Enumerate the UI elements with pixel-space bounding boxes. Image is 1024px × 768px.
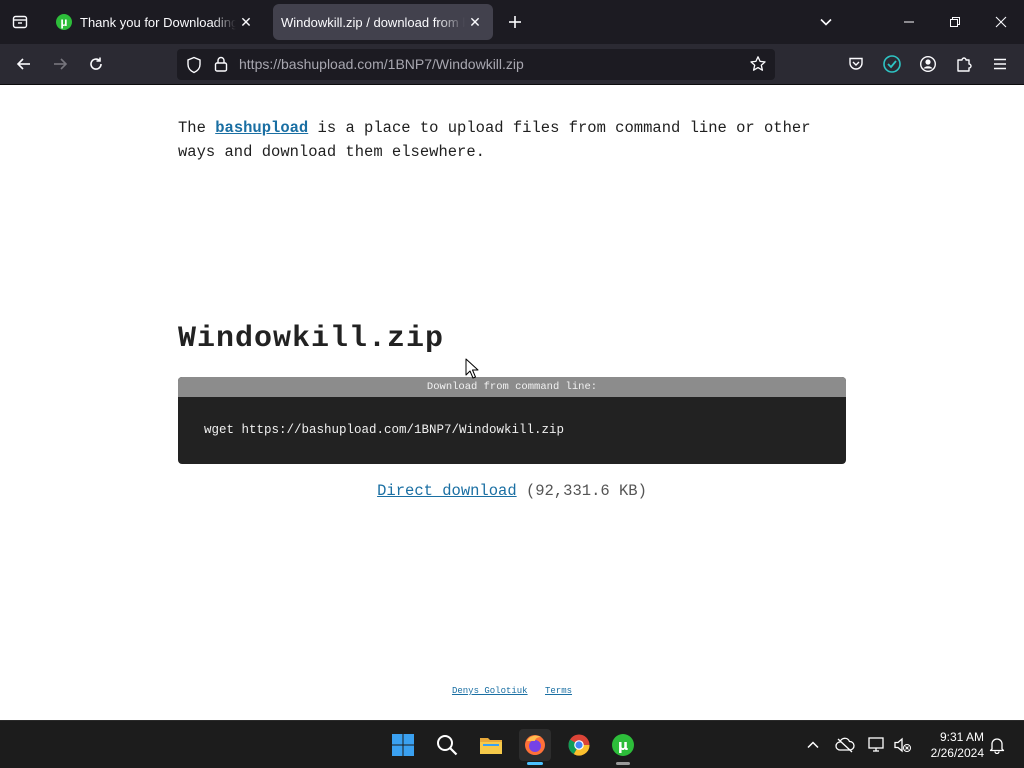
network-icon — [868, 737, 884, 752]
url-text[interactable]: https://bashupload.com/1BNP7/Windowkill.… — [239, 56, 524, 72]
firefox-taskbar-button[interactable] — [519, 729, 551, 765]
close-icon — [995, 16, 1007, 28]
chrome-taskbar-button[interactable] — [563, 729, 595, 761]
address-bar[interactable]: https://bashupload.com/1BNP7/Windowkill.… — [177, 49, 775, 80]
window-close-button[interactable] — [978, 0, 1024, 44]
window-restore-button[interactable] — [932, 0, 978, 44]
running-app-indicator — [616, 762, 630, 765]
mouse-cursor-icon — [465, 358, 479, 379]
author-link[interactable]: Denys Golotiuk — [452, 686, 528, 696]
tab-title: Windowkill.zip / download from bashuploa… — [281, 14, 465, 30]
minimize-icon — [904, 21, 914, 23]
extension-check-button[interactable] — [882, 54, 902, 74]
check-circle-icon — [883, 55, 901, 73]
windows-taskbar: µ 9:31 AM 2/26/2024 — [0, 720, 1024, 768]
wget-command[interactable]: wget https://bashupload.com/1BNP7/Window… — [204, 423, 564, 437]
reload-icon — [90, 57, 102, 70]
list-all-tabs-button[interactable] — [814, 10, 838, 34]
back-button[interactable] — [10, 50, 38, 78]
download-line: Direct download (92,331.6 KB) — [0, 482, 1024, 500]
tab-title: Thank you for Downloading µTorrent — [80, 14, 236, 30]
window-minimize-button[interactable] — [886, 0, 932, 44]
account-button[interactable] — [918, 54, 938, 74]
tracking-protection-shield-icon[interactable] — [185, 56, 203, 74]
onedrive-tray-button[interactable] — [835, 735, 855, 755]
pocket-icon — [849, 57, 863, 70]
folder-icon — [480, 738, 502, 754]
show-hidden-icons-button[interactable] — [803, 735, 823, 755]
svg-text:µ: µ — [618, 738, 628, 754]
lock-icon[interactable] — [212, 55, 230, 73]
pocket-button[interactable] — [846, 54, 866, 74]
clock-time: 9:31 AM — [939, 730, 984, 744]
file-name-heading: Windowkill.zip — [178, 322, 445, 356]
forward-button[interactable] — [46, 50, 74, 78]
firefox-view-button[interactable] — [8, 10, 32, 34]
chevron-down-icon — [820, 18, 832, 26]
firefox-icon — [525, 735, 545, 755]
arrow-left-icon — [16, 58, 30, 70]
reload-button[interactable] — [82, 50, 110, 78]
arrow-right-icon — [54, 58, 68, 70]
file-explorer-button[interactable] — [475, 729, 507, 761]
page-footer: Denys Golotiuk Terms — [0, 686, 1024, 696]
new-tab-button[interactable] — [503, 10, 527, 34]
tab-bashupload[interactable]: Windowkill.zip / download from bashuploa… — [273, 4, 493, 40]
direct-download-link[interactable]: Direct download — [377, 482, 517, 500]
file-size: (92,331.6 KB) — [525, 482, 647, 500]
tab-close-icon[interactable]: ✕ — [236, 12, 256, 32]
utorrent-taskbar-button[interactable]: µ — [607, 729, 639, 765]
utorrent-favicon-icon: µ — [56, 14, 72, 30]
extensions-button[interactable] — [954, 54, 974, 74]
intro-paragraph: The bashupload is a place to upload file… — [178, 116, 848, 164]
windows-logo-icon — [392, 734, 414, 756]
tab-utorrent[interactable]: µ Thank you for Downloading µTorrent ✕ — [48, 4, 264, 40]
url-path: /1BNP7/Windowkill.zip — [383, 56, 524, 72]
bookmark-star-icon[interactable] — [749, 55, 767, 73]
intro-text-before: The — [178, 119, 216, 137]
network-tray-button[interactable] — [867, 735, 887, 755]
url-base: https://bashupload.com — [239, 56, 384, 72]
browser-tab-bar: µ Thank you for Downloading µTorrent ✕ W… — [0, 0, 1024, 44]
utorrent-icon: µ — [612, 734, 634, 756]
bell-icon — [989, 738, 1005, 754]
search-icon — [437, 735, 458, 756]
command-line-box: Download from command line: wget https:/… — [178, 377, 846, 464]
speaker-muted-icon — [894, 737, 911, 753]
account-icon — [919, 55, 937, 73]
clock-date: 2/26/2024 — [930, 746, 984, 760]
volume-tray-button[interactable] — [893, 735, 913, 755]
navigation-toolbar: https://bashupload.com/1BNP7/Windowkill.… — [0, 44, 1024, 85]
puzzle-icon — [957, 57, 972, 72]
hamburger-menu-icon — [994, 58, 1006, 70]
system-clock[interactable]: 9:31 AM 2/26/2024 — [918, 729, 984, 761]
command-line-header: Download from command line: — [178, 377, 846, 397]
app-menu-button[interactable] — [990, 54, 1010, 74]
chrome-icon — [568, 734, 590, 756]
chevron-up-icon — [807, 741, 819, 749]
page-content: The bashupload is a place to upload file… — [0, 86, 1024, 720]
terms-link[interactable]: Terms — [545, 686, 572, 696]
cloud-offline-icon — [835, 737, 855, 753]
active-app-indicator — [527, 762, 543, 765]
start-button[interactable] — [387, 729, 419, 761]
restore-icon — [950, 17, 960, 27]
bashupload-link[interactable]: bashupload — [215, 119, 308, 137]
firefox-view-icon — [12, 15, 28, 29]
plus-icon — [509, 16, 521, 28]
tab-close-icon[interactable]: ✕ — [465, 12, 485, 32]
taskbar-search-button[interactable] — [431, 729, 463, 761]
notifications-button[interactable] — [987, 735, 1007, 755]
